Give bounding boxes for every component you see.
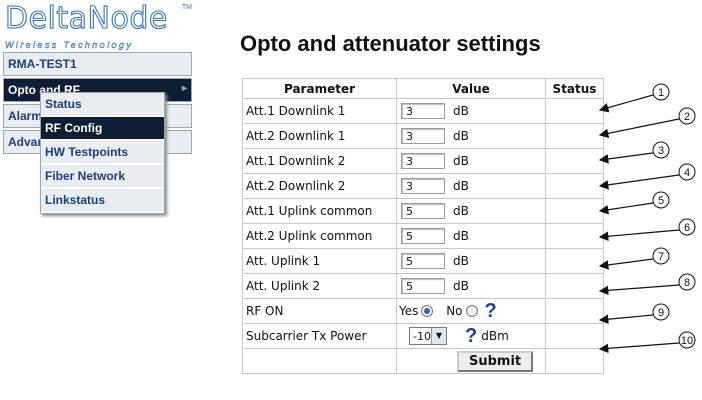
callout-arrow [598, 152, 654, 164]
callout-number: 6 [684, 222, 690, 234]
callout-4: 4 [598, 163, 696, 190]
callout-6: 6 [598, 218, 696, 242]
callout-number: 10 [681, 335, 693, 347]
callout-9: 9 [598, 303, 670, 324]
callout-arrow [598, 202, 654, 215]
callout-arrow [598, 342, 680, 354]
callout-arrow [598, 229, 680, 242]
callout-number: 2 [684, 111, 690, 123]
callout-8: 8 [598, 273, 696, 296]
callout-arrow [598, 94, 654, 113]
callout-3: 3 [598, 141, 670, 164]
callout-arrow [598, 174, 680, 190]
callout-number: 1 [658, 87, 664, 99]
callout-10: 10 [598, 331, 696, 354]
callout-arrow [598, 258, 654, 270]
callout-2: 2 [598, 107, 696, 139]
callout-number: 7 [658, 251, 664, 263]
callout-number: 5 [658, 195, 664, 207]
callout-number: 9 [658, 307, 664, 319]
callout-5: 5 [598, 191, 670, 215]
callout-arrow [598, 314, 654, 324]
callout-arrow [598, 284, 680, 296]
callout-layer: 1 2 3 4 5 6 7 8 9 10 [598, 83, 696, 354]
callout-1: 1 [598, 83, 670, 113]
callout-number: 3 [658, 145, 664, 157]
callout-arrow [598, 118, 680, 139]
callout-number: 8 [684, 277, 690, 289]
callout-number: 4 [684, 167, 690, 179]
callout-7: 7 [598, 247, 670, 270]
